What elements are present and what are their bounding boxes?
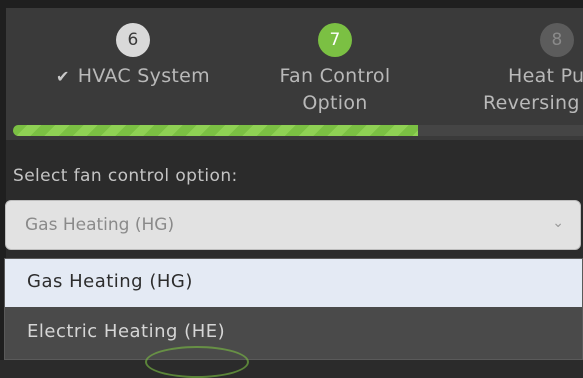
step-fan-control-option[interactable]: 7 Fan Control Option: [255, 23, 415, 117]
step-label-line2: Reversing: [483, 92, 580, 114]
option-gas-heating[interactable]: Gas Heating (HG): [5, 259, 582, 307]
step-number-badge: 8: [540, 23, 574, 57]
progress-bar-fill: [13, 125, 418, 136]
step-number-badge: 6: [116, 23, 150, 57]
progress-bar: [13, 125, 583, 136]
check-icon: ✔: [56, 67, 70, 86]
fan-control-select[interactable]: Gas Heating (HG) ⌄: [5, 200, 581, 250]
step-label-line2: Option: [302, 92, 368, 114]
step-label: Heat Pu: [508, 65, 583, 87]
field-label: Select fan control option:: [13, 166, 238, 186]
next-button-partial[interactable]: [145, 346, 249, 378]
option-label: Electric Heating (HE): [27, 321, 226, 342]
step-label: HVAC System: [77, 65, 210, 87]
select-value: Gas Heating (HG): [25, 215, 175, 235]
dropdown-menu: Gas Heating (HG) Electric Heating (HE): [4, 258, 583, 360]
step-label: Fan Control: [279, 65, 391, 87]
step-heat-pump-reversing[interactable]: 8 Heat Pu Reversing: [470, 23, 583, 117]
chevron-down-icon: ⌄: [552, 215, 564, 231]
step-number-badge: 7: [318, 23, 352, 57]
option-electric-heating[interactable]: Electric Heating (HE): [5, 309, 582, 357]
option-label: Gas Heating (HG): [27, 271, 193, 292]
window-frame-top: [0, 0, 583, 8]
step-hvac-system[interactable]: 6 ✔ HVAC System: [43, 23, 223, 90]
